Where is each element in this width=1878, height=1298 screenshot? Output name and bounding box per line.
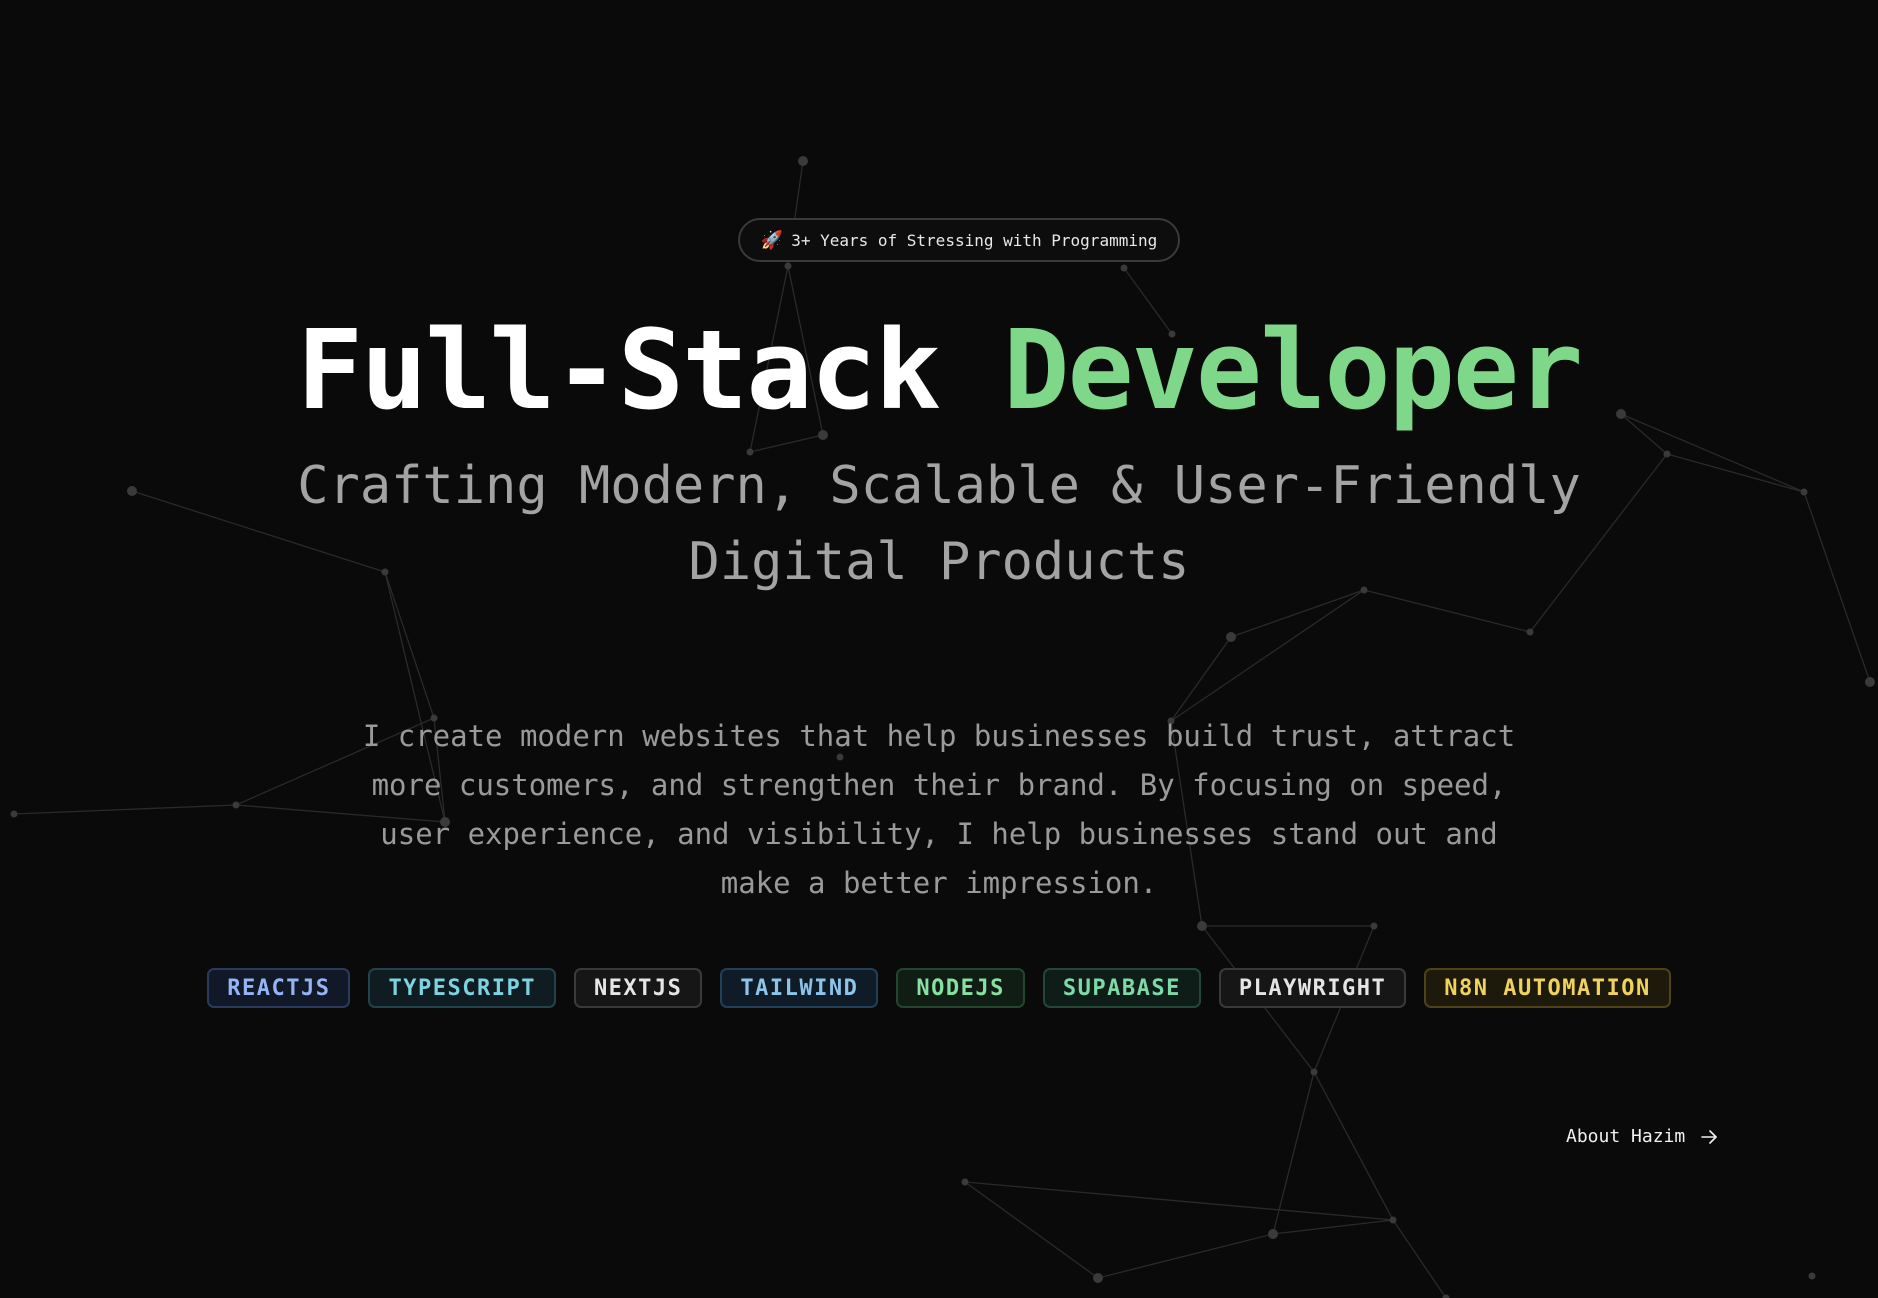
description-line-1: I create modern websites that help busin… — [362, 719, 1516, 753]
description-line-2: more customers, and strengthen their bra… — [371, 768, 1507, 802]
about-link[interactable]: About Hazim — [1566, 1126, 1719, 1147]
description-line-4: make a better impression. — [720, 866, 1158, 900]
hero-section: 🚀 3+ Years of Stressing with Programming… — [0, 0, 1878, 1298]
hero-page: 🚀 3+ Years of Stressing with Programming… — [0, 0, 1878, 1298]
subtitle-line-1: Crafting Modern, Scalable & User-Friendl… — [297, 456, 1581, 516]
tag-tailwind: TAILWIND — [720, 968, 879, 1008]
tag-nodejs: NODEJS — [896, 968, 1025, 1008]
tag-n8n-automation: N8N AUTOMATION — [1424, 968, 1671, 1008]
page-title: Full-Stack Developer — [0, 300, 1878, 440]
arrow-right-icon — [1701, 1129, 1718, 1144]
tag-supabase: SUPABASE — [1042, 968, 1201, 1008]
title-part-1: Full-Stack — [296, 306, 941, 434]
tag-nextjs: NEXTJS — [573, 968, 703, 1008]
page-subtitle: Crafting Modern, Scalable & User-Friendl… — [0, 448, 1878, 600]
rocket-icon: 🚀 — [760, 229, 784, 251]
tag-playwright: PLAYWRIGHT — [1218, 968, 1407, 1008]
experience-badge: 🚀 3+ Years of Stressing with Programming — [738, 218, 1180, 262]
tech-stack-tags: REACTJS TYPESCRIPT NEXTJS TAILWIND NODEJS SUP… — [0, 968, 1878, 1008]
tag-typescript: TYPESCRIPT — [368, 968, 556, 1008]
subtitle-line-2: Digital Products — [688, 532, 1190, 592]
description-line-3: user experience, and visibility, I help … — [380, 817, 1498, 851]
about-link-label: About Hazim — [1566, 1126, 1686, 1147]
experience-badge-text: 3+ Years of Stressing with Programming — [791, 230, 1158, 250]
intro-description: I create modern websites that help busin… — [0, 712, 1878, 908]
title-part-2-accent: Developer — [1003, 306, 1583, 434]
tag-reactjs: REACTJS — [207, 968, 351, 1008]
